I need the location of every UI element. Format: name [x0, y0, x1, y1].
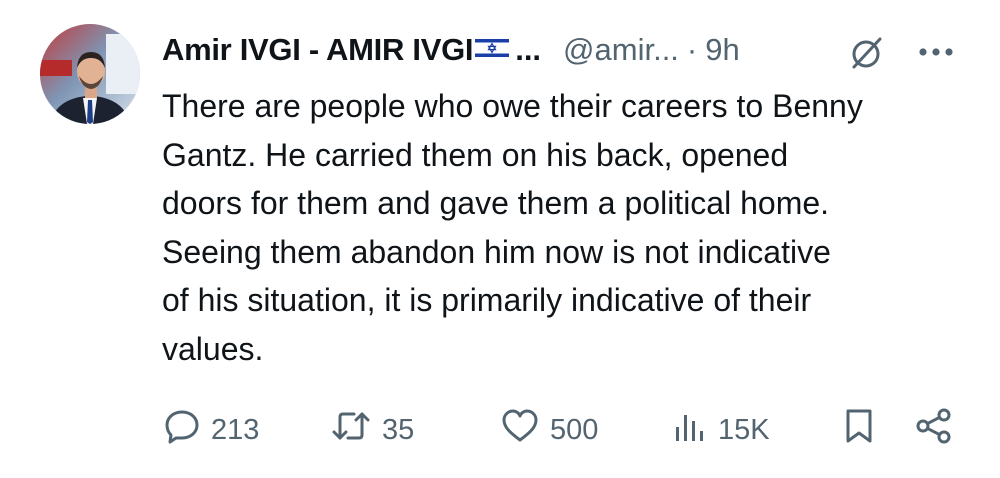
author-handle[interactable]: @amir...: [563, 32, 679, 68]
name-truncation: ...: [515, 32, 542, 67]
avatar[interactable]: [40, 24, 140, 124]
bookmark-icon: [842, 407, 876, 453]
more-dots-icon[interactable]: [918, 44, 954, 62]
reply-count: 213: [211, 413, 260, 446]
repost-arrows-icon: [330, 407, 372, 453]
tweet-text: There are people who owe their careers t…: [162, 82, 972, 373]
grok-icon[interactable]: [846, 33, 886, 78]
like-count: 500: [550, 413, 599, 446]
avatar-image: [40, 24, 140, 124]
separator-dot: ·: [686, 32, 698, 67]
heart-icon: [500, 407, 540, 453]
like-button[interactable]: 500: [500, 404, 598, 456]
tweet-header: Amir IVGI - AMIR IVGI ... @amir... · 9h: [162, 28, 740, 72]
bar-chart-icon: [672, 407, 708, 453]
speech-bubble-icon: [163, 407, 201, 453]
tweet-text-line: values.: [162, 330, 264, 367]
share-button[interactable]: [914, 404, 954, 456]
reply-button[interactable]: 213: [163, 404, 259, 456]
tweet[interactable]: Amir IVGI - AMIR IVGI ... @amir... · 9h: [0, 0, 1000, 478]
tweet-text-line: doors for them and gave them a political…: [162, 185, 830, 221]
share-icon: [914, 407, 954, 453]
tweet-text-line: Seeing them abandon him now is not indic…: [162, 233, 831, 270]
tweet-text-line: There are people who owe their careers t…: [162, 88, 863, 124]
tweet-time[interactable]: 9h: [705, 32, 739, 68]
israel-flag-icon: [475, 35, 510, 65]
bookmark-button[interactable]: [842, 404, 876, 456]
action-bar: 213 35 500 15K: [0, 404, 1000, 456]
views-button[interactable]: 15K: [672, 404, 770, 456]
tweet-text-line: Gantz. He carried them on his back, open…: [162, 136, 789, 173]
repost-count: 35: [382, 413, 415, 446]
tweet-text-line: of his situation, it is primarily indica…: [162, 282, 812, 318]
author-name[interactable]: Amir IVGI - AMIR IVGI: [162, 32, 474, 68]
repost-button[interactable]: 35: [330, 404, 414, 456]
views-count: 15K: [718, 413, 770, 446]
